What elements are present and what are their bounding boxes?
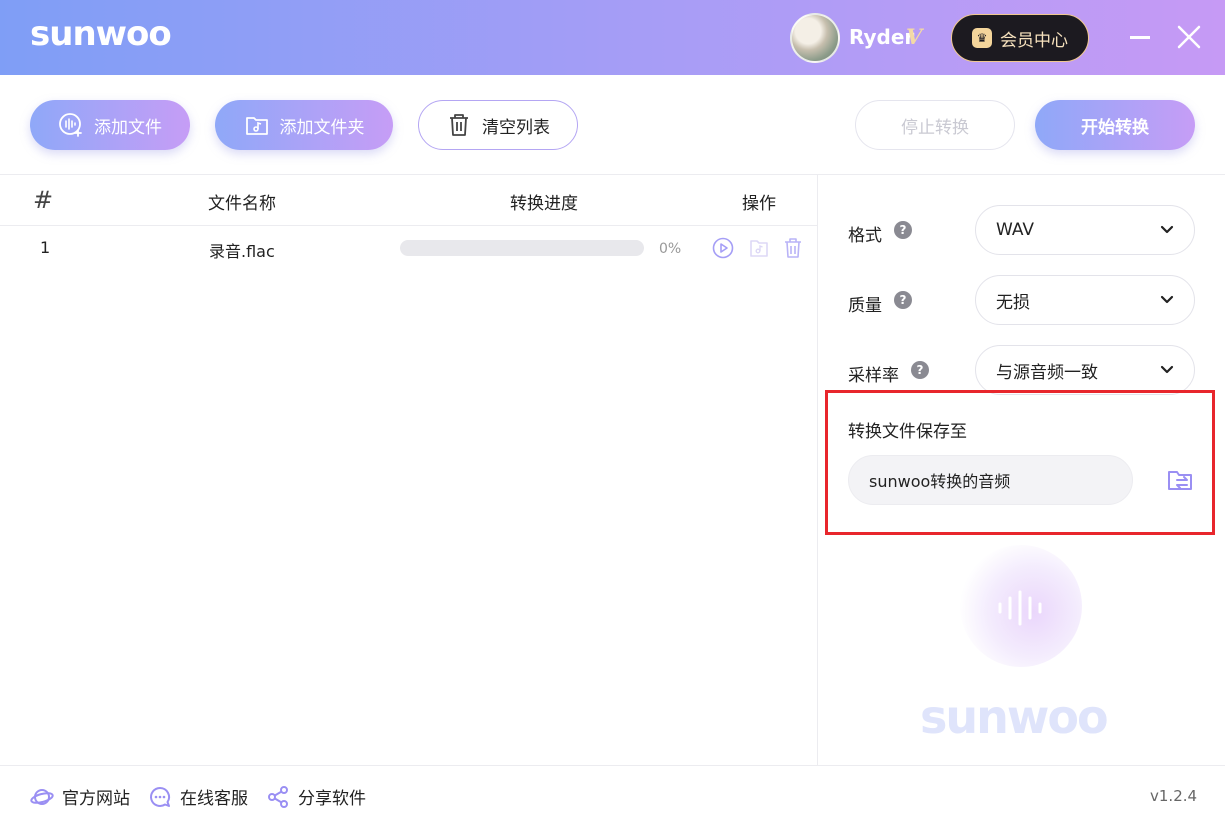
change-folder-icon[interactable] [1166,466,1194,494]
sample-rate-value: 与源音频一致 [996,362,1098,383]
footer-divider [0,765,1225,766]
minimize-button[interactable] [1130,36,1150,39]
close-icon[interactable] [1176,24,1202,50]
chevron-down-icon [1160,225,1174,234]
save-to-label: 转换文件保存至 [848,422,967,442]
clear-list-label: 清空列表 [482,117,550,138]
help-icon[interactable]: ? [894,291,912,309]
share-icon [268,785,288,808]
row-index: 1 [40,238,51,257]
start-convert-label: 开始转换 [1081,117,1149,138]
start-convert-button[interactable]: 开始转换 [1035,100,1195,150]
avatar[interactable] [790,13,840,63]
app-logo: sunwoo [30,14,172,54]
online-support-link[interactable]: 在线客服 [148,784,248,809]
member-center-label: 会员中心 [1000,30,1068,51]
folder-music-icon [245,117,268,135]
add-folder-button[interactable]: 添加文件夹 [215,100,393,150]
waveform-icon [998,590,1042,626]
help-icon[interactable]: ? [911,361,929,379]
open-folder-icon[interactable] [748,237,770,259]
column-header-name: 文件名称 [208,194,276,214]
column-header-index: # [33,186,54,214]
stop-convert-button[interactable]: 停止转换 [855,100,1015,150]
progress-bar [400,240,644,256]
divider [0,174,1225,175]
format-select[interactable]: WAV [975,205,1195,255]
title-bar: sunwoo Ryder V ♛ 会员中心 [0,0,1225,75]
clear-list-button[interactable]: 清空列表 [418,100,578,150]
sample-rate-label: 采样率 [848,366,899,386]
quality-label: 质量 [848,296,882,316]
quality-select[interactable]: 无损 [975,275,1195,325]
sample-rate-select[interactable]: 与源音频一致 [975,345,1195,395]
add-folder-label: 添加文件夹 [279,117,365,138]
save-path-field[interactable]: sunwoo转换的音频 [848,455,1133,505]
online-support-label: 在线客服 [180,789,248,809]
format-label: 格式 [848,226,882,246]
planet-icon [30,788,54,805]
vip-badge: V [906,24,923,49]
format-value: WAV [996,220,1035,240]
username: Ryder [849,25,915,49]
column-header-progress: 转换进度 [510,194,578,214]
chevron-down-icon [1160,365,1174,374]
member-center-button[interactable]: ♛ 会员中心 [951,14,1089,62]
play-icon[interactable] [712,237,734,259]
official-website-link[interactable]: 官方网站 [30,784,130,809]
chat-icon [150,786,171,807]
row-file-name: 录音.flac [209,242,275,261]
official-website-label: 官方网站 [62,789,130,809]
share-software-link[interactable]: 分享软件 [266,784,366,809]
header-divider [0,225,817,226]
add-file-label: 添加文件 [94,117,162,138]
chevron-down-icon [1160,295,1174,304]
add-audio-file-icon [59,113,82,137]
stop-convert-label: 停止转换 [901,117,969,138]
watermark-logo: sunwoo [920,690,1109,744]
progress-percent: 0% [659,241,682,257]
version-label: v1.2.4 [1150,787,1198,805]
divider [817,175,818,765]
add-file-button[interactable]: 添加文件 [30,100,190,150]
trash-icon [450,114,468,136]
crown-icon: ♛ [972,28,992,48]
share-software-label: 分享软件 [298,789,366,809]
delete-icon[interactable] [782,237,804,259]
column-header-actions: 操作 [742,194,776,214]
help-icon[interactable]: ? [894,221,912,239]
save-path-value: sunwoo转换的音频 [869,472,1011,491]
quality-value: 无损 [996,292,1030,313]
